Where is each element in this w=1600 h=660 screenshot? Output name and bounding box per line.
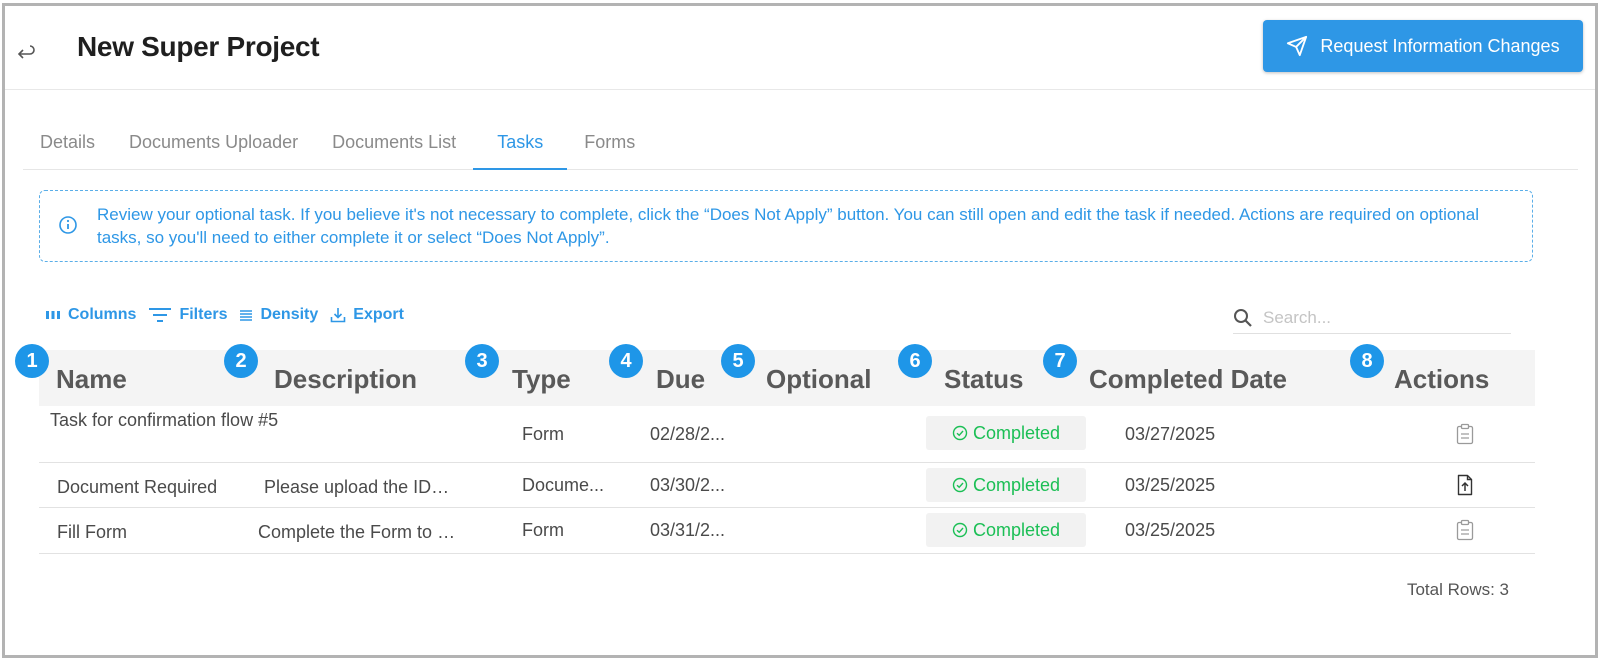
- column-header-name[interactable]: Name: [56, 364, 127, 395]
- column-header-due[interactable]: Due: [656, 364, 705, 395]
- cell-completed-date: 03/25/2025: [1125, 475, 1216, 495]
- check-circle-icon: [952, 477, 968, 493]
- cell-type: Form: [522, 520, 564, 540]
- cell-due: 03/31/2...: [650, 520, 726, 540]
- page-header: New Super Project Request Information Ch…: [5, 6, 1595, 90]
- status-label: Completed: [972, 474, 1061, 495]
- check-circle-icon: [952, 522, 968, 538]
- columns-button[interactable]: Columns: [45, 306, 136, 324]
- search-input[interactable]: [1263, 307, 1493, 328]
- table-row[interactable]: Document Required Please upload the ID… …: [39, 463, 1535, 508]
- request-button-label: Request Information Changes: [1320, 35, 1560, 56]
- column-header-type[interactable]: Type: [512, 364, 571, 395]
- cell-due: 02/28/2...: [650, 424, 726, 444]
- cell-description: Please upload the ID…: [264, 477, 450, 497]
- cell-completed-date: 03/27/2025: [1125, 424, 1216, 444]
- filters-label: Filters: [179, 306, 228, 323]
- clipboard-icon[interactable]: [1455, 423, 1475, 445]
- table-row[interactable]: Fill Form Complete the Form to … Form 03…: [39, 508, 1535, 554]
- cell-name: Document Required: [57, 477, 218, 497]
- cell-completed-date: 03/25/2025: [1125, 520, 1216, 540]
- filter-icon: [149, 308, 172, 322]
- export-label: Export: [353, 306, 404, 323]
- tab-tasks[interactable]: Tasks: [473, 124, 568, 170]
- app-window: New Super Project Request Information Ch…: [2, 3, 1598, 658]
- column-marker-7: 7: [1043, 344, 1077, 378]
- cell-description: Complete the Form to …: [258, 522, 456, 542]
- density-label: Density: [260, 306, 319, 323]
- info-banner-text: Review your optional task. If you believ…: [97, 205, 1479, 247]
- columns-icon: [46, 311, 60, 319]
- status-badge: Completed: [926, 416, 1086, 450]
- clipboard-icon[interactable]: [1455, 519, 1475, 541]
- column-header-optional[interactable]: Optional: [766, 364, 871, 395]
- filters-button[interactable]: Filters: [148, 306, 227, 324]
- column-marker-4: 4: [609, 344, 643, 378]
- send-icon: [1287, 35, 1308, 57]
- search-icon: [1234, 308, 1252, 327]
- cell-type: Form: [522, 424, 564, 444]
- column-marker-8: 8: [1350, 344, 1384, 378]
- file-upload-icon[interactable]: [1455, 474, 1475, 496]
- column-header-actions[interactable]: Actions: [1394, 364, 1489, 395]
- column-marker-5: 5: [721, 344, 755, 378]
- cell-name: Task for confirmation flow #5: [50, 410, 279, 430]
- cell-name: Fill Form: [57, 522, 127, 542]
- total-rows-count: Total Rows: 3: [1406, 580, 1509, 599]
- table-row[interactable]: Task for confirmation flow #5 Form 02/28…: [39, 406, 1535, 463]
- status-label: Completed: [972, 519, 1061, 540]
- column-marker-2: 2: [224, 344, 258, 378]
- cell-due: 03/30/2...: [650, 475, 726, 495]
- column-marker-3: 3: [465, 344, 499, 378]
- density-icon: [240, 310, 253, 321]
- page-title: New Super Project: [77, 31, 320, 62]
- column-header-description[interactable]: Description: [274, 364, 417, 395]
- download-icon: [330, 308, 346, 323]
- cell-type: Docume...: [522, 475, 605, 495]
- export-button[interactable]: Export: [330, 306, 404, 324]
- request-information-changes-button[interactable]: Request Information Changes: [1263, 20, 1583, 72]
- status-badge: Completed: [926, 468, 1086, 502]
- tab-details[interactable]: Details: [23, 124, 112, 170]
- check-circle-icon: [952, 425, 968, 441]
- info-icon: [59, 216, 77, 234]
- tab-documents-uploader[interactable]: Documents Uploader: [112, 124, 315, 170]
- columns-label: Columns: [68, 306, 137, 323]
- density-button[interactable]: Density: [239, 306, 318, 324]
- table-toolbar: Columns Filters Density Export: [45, 306, 404, 324]
- back-arrow-icon[interactable]: [15, 44, 37, 64]
- column-marker-1: 1: [15, 344, 49, 378]
- status-badge: Completed: [926, 513, 1086, 547]
- tab-bar: Details Documents Uploader Documents Lis…: [23, 124, 1578, 170]
- column-header-status[interactable]: Status: [944, 364, 1023, 395]
- search-box: [1233, 302, 1511, 334]
- table-header: Name Description Type Due Optional Statu…: [39, 350, 1535, 406]
- optional-task-info-banner: Review your optional task. If you believ…: [39, 190, 1533, 262]
- tab-forms[interactable]: Forms: [567, 124, 652, 170]
- status-label: Completed: [972, 422, 1061, 443]
- column-marker-6: 6: [898, 344, 932, 378]
- tab-documents-list[interactable]: Documents List: [315, 124, 473, 170]
- column-header-completed-date[interactable]: Completed Date: [1089, 364, 1287, 395]
